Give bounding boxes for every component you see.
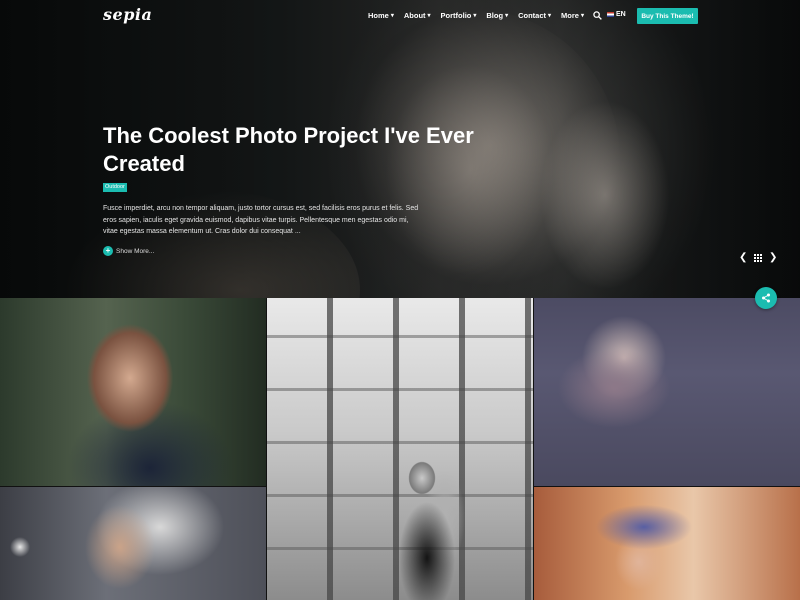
nav-item-home[interactable]: Home ▾: [368, 11, 394, 20]
nav-item-label: Portfolio: [440, 11, 472, 20]
hero-title[interactable]: The Coolest Photo Project I've Ever Crea…: [103, 122, 483, 178]
chevron-down-icon: ▾: [580, 13, 584, 19]
nav-item-label: About: [403, 11, 426, 20]
hero-excerpt: Fusce imperdiet, arcu non tempor aliquam…: [103, 205, 419, 235]
chevron-down-icon: ▾: [548, 13, 552, 19]
show-more-link[interactable]: + Show More...: [103, 246, 154, 256]
main-menu: Home ▾ About ▾ Portfolio ▾ Blog ▾ Contac…: [368, 11, 594, 20]
site-logo[interactable]: sepia: [103, 5, 152, 24]
gallery-tile-wet-hair-portrait[interactable]: [0, 298, 266, 486]
nav-item-label: Home: [368, 11, 389, 20]
language-label: EN: [616, 11, 626, 18]
chevron-down-icon: ▾: [390, 13, 394, 19]
hero-slider: sepia Home ▾ About ▾ Portfolio ▾ Blog ▾ …: [0, 0, 800, 298]
nav-item-contact[interactable]: Contact ▾: [518, 11, 551, 20]
chevron-down-icon: ▾: [473, 13, 477, 19]
grid-icon[interactable]: [754, 254, 762, 262]
gallery-tile-tattooed-portrait[interactable]: [0, 487, 266, 600]
flag-icon: [607, 12, 614, 17]
nav-item-blog[interactable]: Blog ▾: [486, 11, 508, 20]
nav-item-portfolio[interactable]: Portfolio ▾: [441, 11, 477, 20]
chevron-left-icon[interactable]: ❮: [739, 252, 747, 263]
chevron-down-icon: ▾: [505, 13, 509, 19]
nav-item-about[interactable]: About ▾: [404, 11, 431, 20]
gallery-tile-blue-hat-portrait[interactable]: [534, 487, 800, 600]
gallery-tile-armchair-portrait[interactable]: [534, 298, 800, 486]
gallery-tile-fence-portrait[interactable]: [267, 298, 533, 600]
share-button[interactable]: [755, 287, 777, 309]
nav-item-label: More: [561, 11, 579, 20]
chevron-down-icon: ▾: [427, 13, 431, 19]
top-navbar: sepia Home ▾ About ▾ Portfolio ▾ Blog ▾ …: [0, 0, 800, 32]
share-icon: [762, 293, 770, 303]
nav-item-label: Blog: [486, 11, 504, 20]
nav-item-more[interactable]: More ▾: [561, 11, 584, 20]
show-more-label: Show More...: [116, 247, 155, 255]
language-switcher[interactable]: EN: [607, 11, 626, 18]
search-icon[interactable]: [593, 11, 602, 20]
chevron-right-icon[interactable]: ❯: [769, 252, 777, 263]
buy-theme-button[interactable]: Buy This Theme!: [637, 8, 698, 24]
nav-item-label: Contact: [518, 11, 546, 20]
category-tag[interactable]: Outdoor: [103, 183, 127, 192]
plus-icon: +: [103, 246, 113, 256]
